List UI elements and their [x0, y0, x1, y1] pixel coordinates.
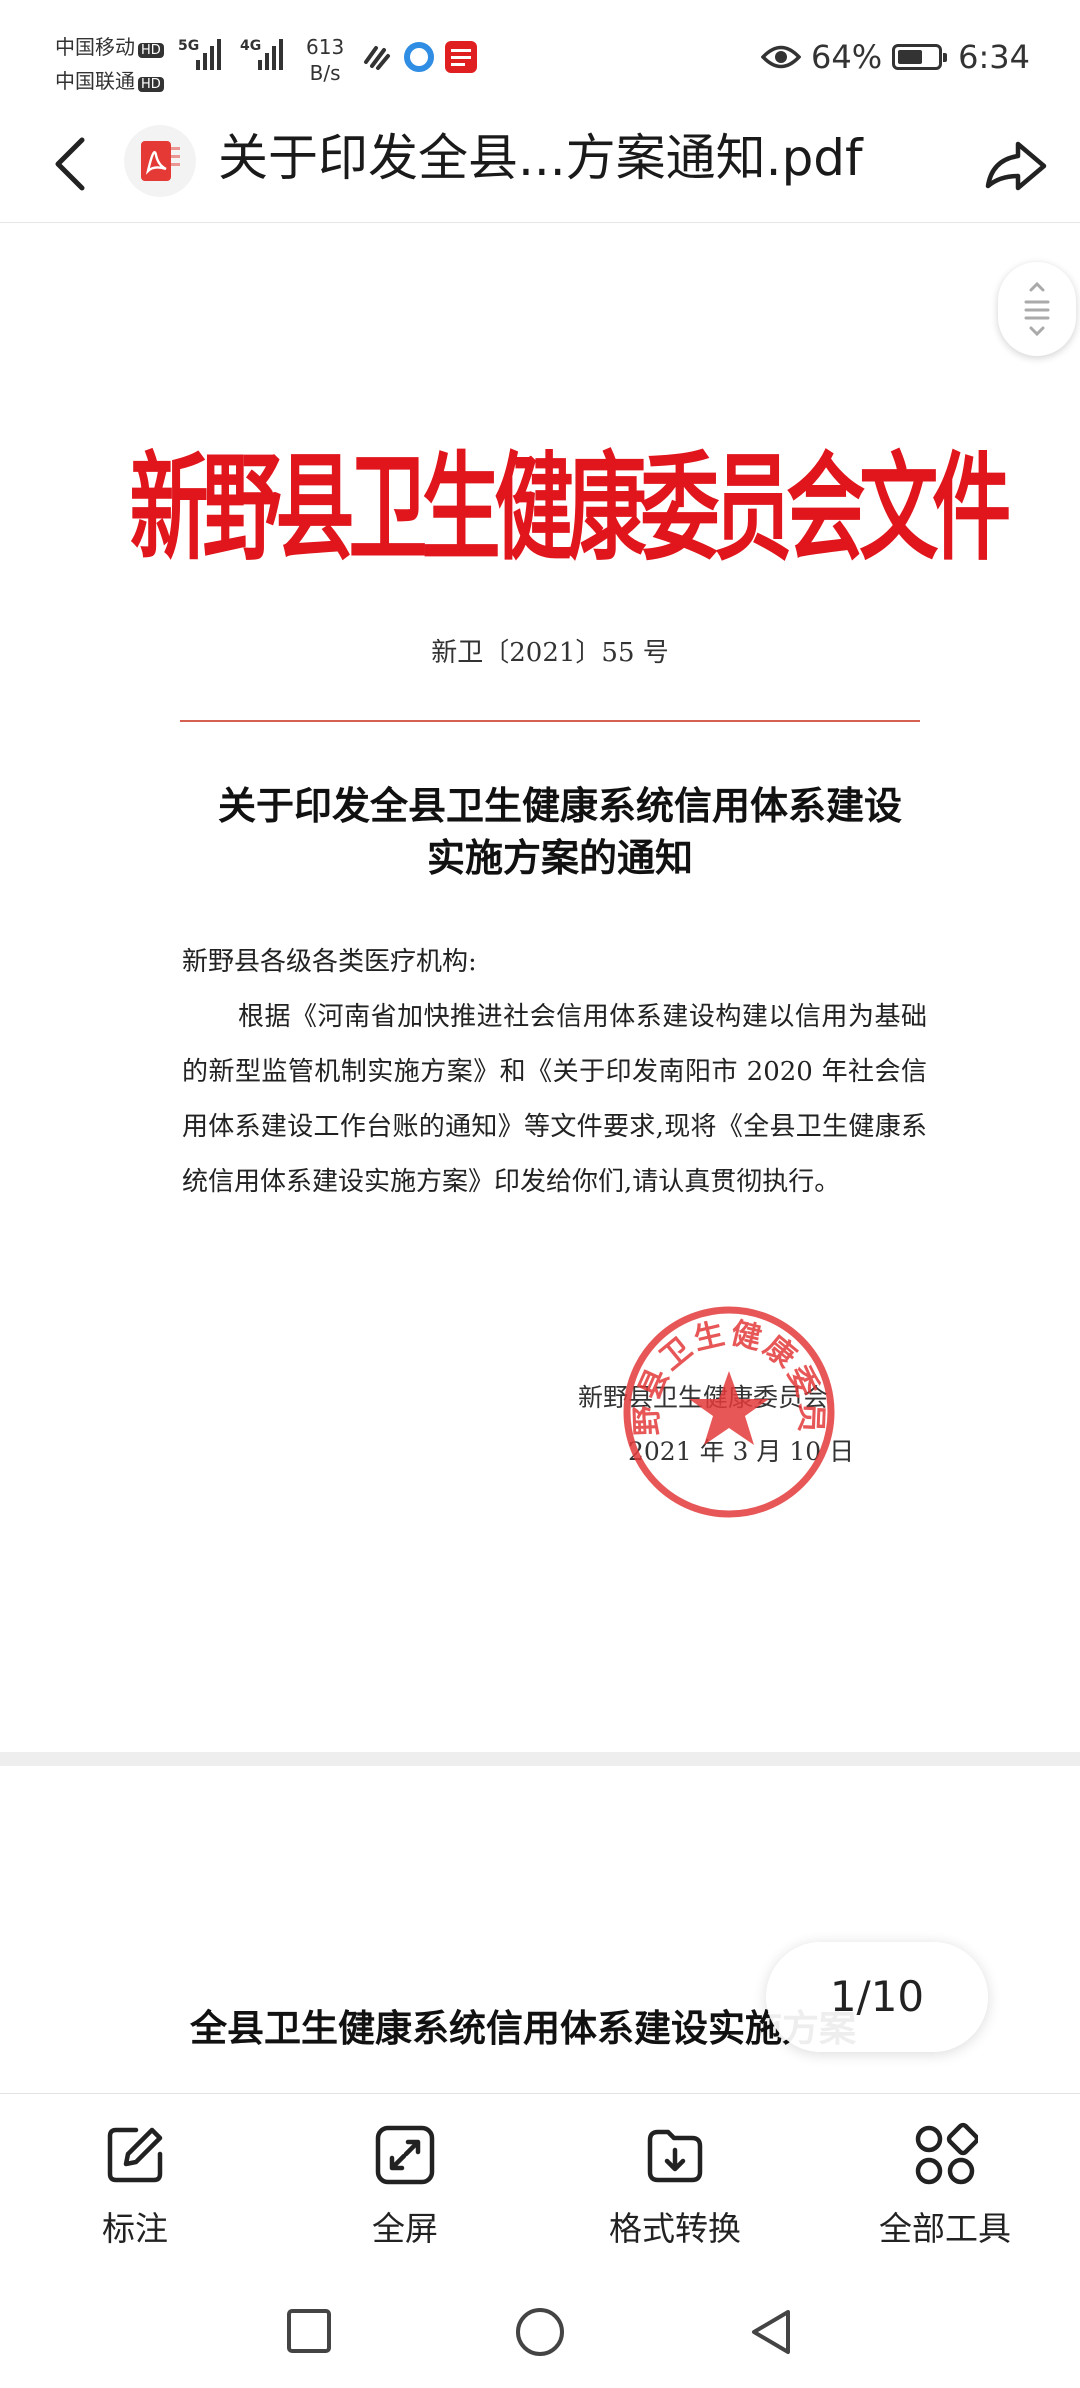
- title-bar: 关于印发全县...方案通知.pdf: [0, 110, 1080, 223]
- all-tools-label: 全部工具: [879, 2209, 1011, 2248]
- hd-badge: HD: [138, 77, 164, 92]
- notice-title-line-2: 实施方案的通知: [426, 835, 693, 880]
- battery-icon: [892, 44, 948, 70]
- status-bar: 中国移动 HD 中国联通 HD 5G 4G 613 B/s 64% 6:34: [0, 0, 1080, 110]
- fullscreen-button[interactable]: 全屏: [325, 2122, 485, 2250]
- document-title: 关于印发全县...方案通知.pdf: [218, 129, 863, 187]
- body-paragraph: 根据《河南省加快推进社会信用体系建设构建以信用为基础的新型监管机制实施方案》和《…: [182, 1002, 927, 1197]
- page-separator: [0, 1752, 1080, 1766]
- battery-percent: 64%: [811, 38, 883, 76]
- drag-handle-icon: [1024, 281, 1050, 337]
- document-number: 新卫〔2021〕55 号: [431, 638, 669, 668]
- clock: 6:34: [958, 38, 1030, 76]
- notice-title: 关于印发全县卫生健康系统信用体系建设 实施方案的通知: [160, 780, 960, 884]
- bottom-toolbar: 标注 全屏 格式转换 全部工具: [0, 2093, 1080, 2276]
- signal-icon: [196, 36, 221, 70]
- fullscreen-icon: [375, 2125, 435, 2185]
- right-status: 64% 6:34: [761, 38, 1030, 76]
- page-indicator: 1/10: [766, 1942, 988, 2052]
- hd-badge: HD: [138, 43, 164, 58]
- fullscreen-label: 全屏: [372, 2209, 438, 2248]
- back-button[interactable]: [42, 132, 106, 196]
- back-nav-button[interactable]: [746, 2306, 796, 2358]
- carrier-1: 中国移动: [55, 35, 135, 59]
- network-speed: 613 B/s: [306, 34, 344, 86]
- notice-title-line-1: 关于印发全县卫生健康系统信用体系建设: [217, 783, 902, 828]
- news-app-icon: [445, 41, 477, 73]
- battery-fill: [898, 50, 923, 64]
- salutation: 新野县各级各类医疗机构:: [182, 947, 477, 977]
- all-tools-button[interactable]: 全部工具: [850, 2122, 1040, 2250]
- nfc-icon: [364, 46, 390, 70]
- official-seal: 新野县卫生健康委员会: [620, 1303, 835, 1518]
- document-red-header: 新野县卫生健康委员会文件: [129, 438, 1012, 577]
- app-notification-icon: [404, 42, 434, 72]
- format-convert-button[interactable]: 格式转换: [580, 2122, 770, 2250]
- convert-download-icon: [647, 2129, 703, 2183]
- scroll-handle[interactable]: [998, 262, 1076, 356]
- carrier-2: 中国联通: [55, 69, 135, 93]
- annotate-label: 标注: [102, 2209, 168, 2248]
- carrier-info: 中国移动 HD 中国联通 HD: [55, 32, 164, 100]
- page-2-title: 全县卫生健康系统信用体系建设实施方案: [190, 2006, 856, 2050]
- notice-body: 新野县各级各类医疗机构: 根据《河南省加快推进社会信用体系建设构建以信用为基础的…: [182, 935, 927, 1210]
- share-button[interactable]: [978, 126, 1054, 202]
- grid-apps-icon: [915, 2122, 978, 2185]
- signal-icon: [258, 36, 283, 70]
- home-button[interactable]: [514, 2306, 566, 2358]
- annotate-button[interactable]: 标注: [55, 2122, 215, 2250]
- recent-apps-button[interactable]: [284, 2306, 334, 2356]
- speed-value: 613: [306, 35, 345, 59]
- edit-icon: [107, 2127, 163, 2183]
- speed-unit: B/s: [309, 61, 341, 85]
- system-nav-bar: [0, 2276, 1080, 2388]
- eye-comfort-icon: [761, 45, 802, 69]
- pdf-file-icon: [124, 125, 196, 197]
- format-convert-label: 格式转换: [609, 2209, 741, 2248]
- header-divider: [180, 720, 920, 722]
